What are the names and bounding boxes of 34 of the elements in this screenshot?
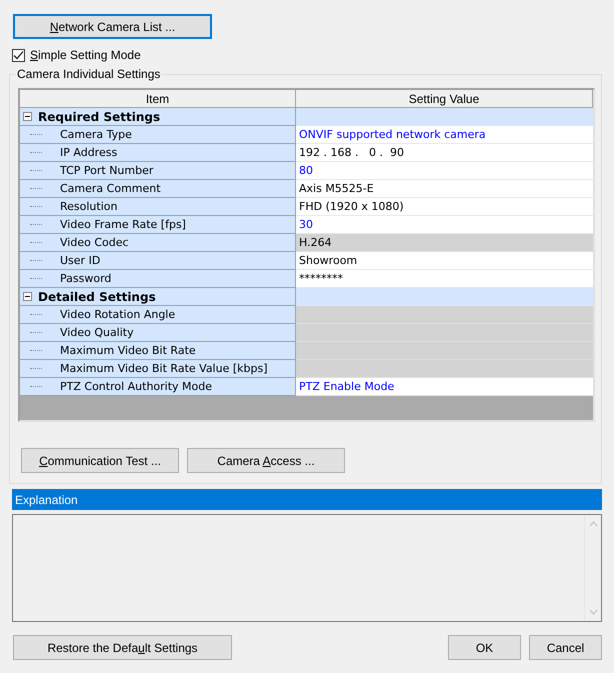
- property-value[interactable]: Axis M5525-E: [296, 180, 593, 198]
- category-label: Detailed Settings: [38, 290, 156, 304]
- communication-test-button[interactable]: Communication Test ...: [21, 448, 179, 473]
- property-value[interactable]: 80: [296, 162, 593, 180]
- property-name[interactable]: Camera Type: [60, 128, 132, 141]
- restore-defaults-button[interactable]: Restore the Default Settings: [13, 635, 232, 660]
- property-value[interactable]: 30: [296, 216, 593, 234]
- category-label: Required Settings: [38, 110, 160, 124]
- checkbox[interactable]: [12, 48, 25, 62]
- scroll-up-icon[interactable]: [588, 521, 598, 527]
- property-value[interactable]: ONVIF supported network camera: [296, 126, 593, 144]
- scroll-down-icon[interactable]: [588, 609, 598, 615]
- property-name[interactable]: IP Address: [60, 146, 118, 159]
- property-value[interactable]: Showroom: [296, 252, 593, 270]
- explanation-header: Explanation: [12, 489, 602, 510]
- collapse-icon[interactable]: [23, 112, 32, 121]
- collapse-icon[interactable]: [23, 292, 32, 301]
- property-name[interactable]: User ID: [60, 254, 100, 267]
- checkbox-label[interactable]: Simple Setting Mode: [30, 48, 141, 62]
- column-header[interactable]: Item: [20, 90, 296, 108]
- ok-button[interactable]: OK: [448, 635, 521, 660]
- property-value[interactable]: FHD (1920 x 1080): [296, 198, 593, 216]
- column-header[interactable]: Setting Value: [296, 90, 593, 108]
- property-name[interactable]: Password: [60, 272, 112, 285]
- camera-access-button[interactable]: Camera Access ...: [187, 448, 345, 473]
- property-name[interactable]: Resolution: [60, 200, 118, 213]
- group-title: Camera Individual Settings: [16, 67, 162, 81]
- property-value[interactable]: 192 . 168 . 0 . 90: [296, 144, 593, 162]
- property-value[interactable]: PTZ Enable Mode: [296, 378, 593, 396]
- cancel-button[interactable]: Cancel: [529, 635, 602, 660]
- property-name[interactable]: Video Codec: [60, 236, 129, 249]
- property-value[interactable]: ********: [296, 270, 593, 288]
- network-camera-list-button[interactable]: Network Camera List ...: [13, 14, 212, 39]
- property-name[interactable]: Video Quality: [60, 326, 134, 339]
